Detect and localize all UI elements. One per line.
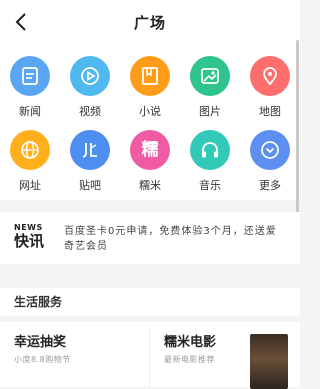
map-pin-icon xyxy=(250,56,290,96)
back-arrow-icon xyxy=(15,13,26,31)
grid-label: 地图 xyxy=(259,105,281,118)
nuomi-icon: 糯 xyxy=(130,130,170,170)
grid-label: 更多 xyxy=(259,179,281,192)
page-title: 广场 xyxy=(133,13,166,32)
news-logo-top: NEWS xyxy=(14,223,43,232)
grid-item-images[interactable]: 图片 xyxy=(180,56,240,126)
movie-poster-image[interactable] xyxy=(250,334,288,389)
grid-item-sites[interactable]: 网址 xyxy=(0,130,60,200)
news-logo-bottom: 快讯 xyxy=(14,232,45,250)
card-title: 幸运抽奖 xyxy=(14,335,67,350)
globe-icon xyxy=(10,130,50,170)
grid-item-news[interactable]: 新闻 xyxy=(0,56,60,126)
news-flash-banner[interactable]: NEWS 快讯 百度圣卡0元申请，免费体验3个月，还送爱奇艺会员 xyxy=(0,212,300,264)
book-icon xyxy=(130,56,170,96)
top-bar: 广场 xyxy=(0,0,300,44)
grid-label: 图片 xyxy=(199,105,221,118)
scrollbar[interactable] xyxy=(296,40,299,222)
grid-label: 小说 xyxy=(139,105,161,118)
grid-label: 新闻 xyxy=(19,105,41,118)
card-divider xyxy=(149,328,150,388)
card-lucky-draw[interactable]: 幸运抽奖 小度8.8购物节 xyxy=(14,334,71,365)
grid-label: 视频 xyxy=(79,105,101,118)
headphones-icon xyxy=(190,130,230,170)
tieba-icon xyxy=(70,130,110,170)
service-grid: 新闻 视频 小说 图片 地图 网址 贴吧 糯 糯米 音乐 更多 xyxy=(0,44,300,200)
grid-label: 贴吧 xyxy=(79,179,101,192)
grid-label: 音乐 xyxy=(199,179,221,192)
play-icon xyxy=(70,56,110,96)
image-icon xyxy=(190,56,230,96)
grid-label: 网址 xyxy=(19,179,41,192)
grid-item-map[interactable]: 地图 xyxy=(240,56,300,126)
section-title: 生活服务 xyxy=(0,288,300,316)
card-title: 糯米电影 xyxy=(164,335,217,350)
back-button[interactable] xyxy=(10,10,32,34)
grid-item-tieba[interactable]: 贴吧 xyxy=(60,130,120,200)
chevron-down-icon xyxy=(250,130,290,170)
news-icon xyxy=(10,56,50,96)
grid-label: 糯米 xyxy=(139,179,161,192)
card-subtitle: 最新电影推荐 xyxy=(164,355,215,364)
card-nuomi-movie[interactable]: 糯米电影 最新电影推荐 xyxy=(164,334,216,365)
grid-item-music[interactable]: 音乐 xyxy=(180,130,240,200)
service-cards: 幸运抽奖 小度8.8购物节 糯米电影 最新电影推荐 xyxy=(0,322,300,389)
grid-item-novel[interactable]: 小说 xyxy=(120,56,180,126)
grid-item-more[interactable]: 更多 xyxy=(240,130,300,200)
news-flash-logo: NEWS 快讯 xyxy=(14,223,54,253)
grid-item-nuomi[interactable]: 糯 糯米 xyxy=(120,130,180,200)
grid-item-video[interactable]: 视频 xyxy=(60,56,120,126)
card-subtitle: 小度8.8购物节 xyxy=(14,355,71,364)
news-headline[interactable]: 百度圣卡0元申请，免费体验3个月，还送爱奇艺会员 xyxy=(64,224,284,254)
